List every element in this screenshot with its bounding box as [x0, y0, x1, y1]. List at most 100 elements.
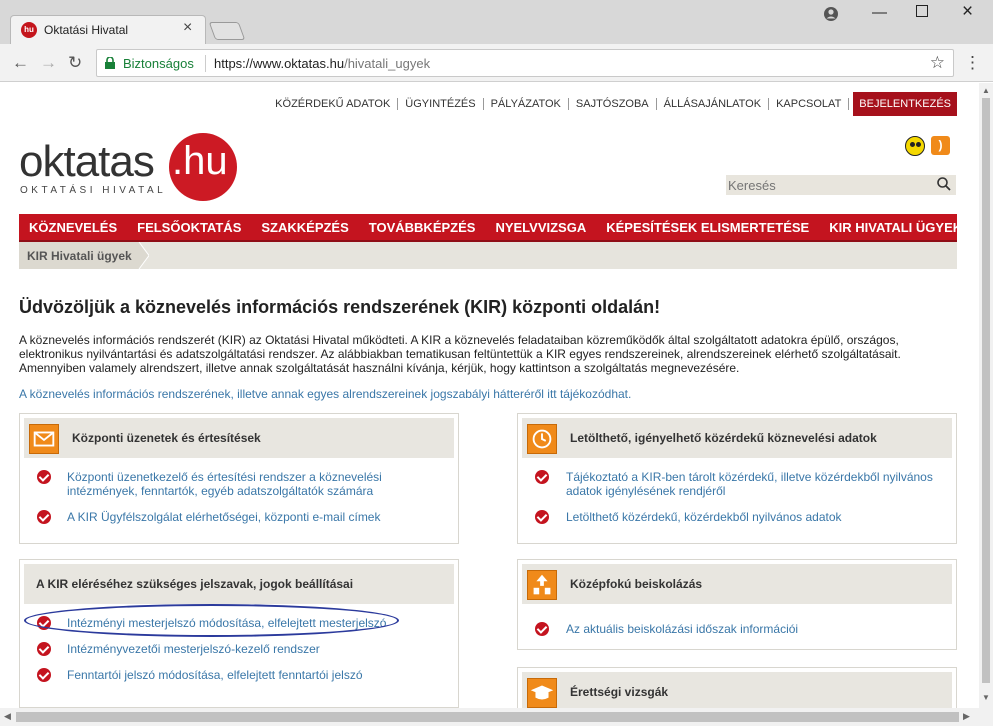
- breadcrumb-separator: [137, 242, 149, 269]
- panel-header: Középfokú beiskolázás: [522, 564, 952, 604]
- enrollment-icon: [527, 570, 557, 600]
- browser-toolbar: ← → ↻ Biztonságos https://www.oktatas.hu…: [0, 44, 993, 82]
- page-viewport: KÖZÉRDEKŰ ADATOK ÜGYINTÉZÉS PÁLYÁZATOK S…: [0, 83, 979, 708]
- utility-link[interactable]: KÖZÉRDEKŰ ADATOK: [268, 98, 399, 110]
- check-icon: [535, 622, 549, 636]
- nav-item[interactable]: KIR HIVATALI ÜGYEK: [829, 220, 962, 235]
- scroll-right-icon[interactable]: ▶: [963, 711, 970, 722]
- intro-text: A köznevelés információs rendszerét (KIR…: [19, 333, 901, 375]
- nav-item[interactable]: SZAKKÉPZÉS: [261, 220, 348, 235]
- panel-item[interactable]: A KIR Ügyfélszolgálat elérhetőségei, köz…: [37, 510, 457, 524]
- item-link: A KIR Ügyfélszolgálat elérhetőségei, köz…: [67, 510, 381, 524]
- favicon-icon: hu: [21, 22, 37, 38]
- url-host: https://www.oktatas.hu: [214, 56, 345, 71]
- item-link-line: Központi üzenetkezelő és értesítési rend…: [67, 470, 382, 484]
- panel-item[interactable]: Az aktuális beiskolázási időszak informá…: [535, 622, 955, 636]
- scroll-up-icon[interactable]: ▲: [982, 86, 990, 95]
- nav-item[interactable]: KÖZNEVELÉS: [29, 220, 117, 235]
- envelope-icon: [29, 424, 59, 454]
- scroll-thumb[interactable]: [982, 98, 990, 683]
- search-input[interactable]: [726, 175, 926, 195]
- bookmark-star-icon[interactable]: ☆: [930, 53, 945, 73]
- nav-item[interactable]: KÉPESÍTÉSEK ELISMERTETÉSE: [606, 220, 809, 235]
- panel-item[interactable]: Tájékoztató a KIR-ben tárolt közérdekű, …: [535, 470, 955, 498]
- panel-public-data: Letölthető, igényelhető közérdekű köznev…: [517, 413, 957, 544]
- logo-hu-text: .hu: [172, 139, 228, 183]
- panel-title: Letölthető, igényelhető közérdekű köznev…: [570, 431, 877, 445]
- utility-link[interactable]: PÁLYÁZATOK: [484, 98, 569, 110]
- utility-nav: KÖZÉRDEKŰ ADATOK ÜGYINTÉZÉS PÁLYÁZATOK S…: [268, 92, 957, 116]
- address-bar[interactable]: Biztonságos https://www.oktatas.hu/hivat…: [96, 49, 954, 77]
- scroll-down-icon[interactable]: ▼: [982, 693, 990, 702]
- panel-title: Érettségi vizsgák: [570, 685, 669, 699]
- scroll-thumb[interactable]: [16, 712, 959, 722]
- item-link: Intézményvezetői mesterjelszó-kezelő ren…: [67, 642, 320, 656]
- tab-close-icon[interactable]: ×: [183, 19, 192, 37]
- check-icon: [37, 668, 51, 682]
- reload-icon[interactable]: ↻: [68, 53, 82, 73]
- logo-main-text: oktatas: [19, 137, 155, 186]
- utility-link[interactable]: ÁLLÁSAJÁNLATOK: [657, 98, 770, 110]
- profile-icon[interactable]: [823, 6, 839, 22]
- lock-icon: [105, 57, 115, 69]
- search-icon[interactable]: [937, 177, 951, 191]
- breadcrumb-item[interactable]: KIR Hivatali ügyek: [27, 249, 132, 263]
- check-icon: [535, 510, 549, 524]
- url-text[interactable]: https://www.oktatas.hu/hivatali_ugyek: [214, 56, 430, 71]
- nav-item[interactable]: TOVÁBBKÉPZÉS: [369, 220, 476, 235]
- check-icon: [37, 470, 51, 484]
- nav-item[interactable]: NYELVVIZSGA: [495, 220, 586, 235]
- logo-subtitle: OKTATÁSI HIVATAL: [20, 185, 167, 196]
- accessibility-icon[interactable]: [905, 136, 925, 156]
- tab-title: Oktatási Hivatal: [44, 23, 129, 37]
- site-logo[interactable]: oktatas .hu OKTATÁSI HIVATAL: [19, 133, 239, 203]
- panel-item[interactable]: Letölthető közérdekű, közérdekből nyilvá…: [535, 510, 955, 524]
- utility-link[interactable]: SAJTÓSZOBA: [569, 98, 657, 110]
- page-title: Üdvözöljük a köznevelés információs rend…: [19, 297, 661, 317]
- panel-title: Központi üzenetek és értesítések: [72, 431, 261, 445]
- check-icon: [535, 470, 549, 484]
- url-path: /hivatali_ugyek: [344, 56, 431, 71]
- minimize-icon[interactable]: —: [872, 4, 887, 21]
- highlight-ellipse: [24, 604, 399, 637]
- panel-header: Érettségi vizsgák: [522, 672, 952, 708]
- breadcrumb-bar-bg: [139, 242, 957, 269]
- horizontal-scrollbar[interactable]: ◀ ▶: [0, 708, 993, 726]
- panel-header: Letölthető, igényelhető közérdekű köznev…: [522, 418, 952, 458]
- scroll-left-icon[interactable]: ◀: [4, 711, 11, 722]
- panel-title: Középfokú beiskolázás: [570, 577, 703, 591]
- breadcrumb: KIR Hivatali ügyek: [19, 242, 957, 269]
- back-icon[interactable]: ←: [12, 53, 29, 73]
- browser-tab[interactable]: hu Oktatási Hivatal ×: [10, 15, 206, 44]
- forward-icon[interactable]: →: [40, 53, 57, 73]
- panel-item[interactable]: Fenntartói jelszó módosítása, elfelejtet…: [37, 668, 457, 682]
- nav-item[interactable]: FELSŐOKTATÁS: [137, 220, 241, 235]
- item-link: Letölthető közérdekű, közérdekből nyilvá…: [566, 510, 842, 524]
- item-link-line: adatok igénylésének rendjéről: [566, 484, 726, 498]
- legal-background-link[interactable]: A köznevelés információs rendszerének, i…: [19, 387, 631, 401]
- secure-label: Biztonságos: [123, 56, 194, 71]
- item-link: Az aktuális beiskolázási időszak informá…: [566, 622, 799, 636]
- panel-secondary-enrollment: Középfokú beiskolázás Az aktuális beisko…: [517, 559, 957, 650]
- panel-final-exams: Érettségi vizsgák: [517, 667, 957, 708]
- rss-icon[interactable]: ): [931, 136, 950, 155]
- panel-header: Központi üzenetek és értesítések: [24, 418, 454, 458]
- maximize-icon[interactable]: [916, 5, 928, 17]
- new-tab-button[interactable]: [208, 22, 246, 40]
- panel-item[interactable]: Intézményvezetői mesterjelszó-kezelő ren…: [37, 642, 457, 656]
- search-box: [726, 175, 956, 195]
- graduation-cap-icon: [527, 678, 557, 708]
- window-close-icon[interactable]: ×: [962, 1, 973, 23]
- browser-menu-icon[interactable]: ⋮: [964, 53, 981, 73]
- vertical-scrollbar[interactable]: ▲ ▼: [979, 83, 993, 708]
- item-link: Fenntartói jelszó módosítása, elfelejtet…: [67, 668, 363, 682]
- utility-link[interactable]: ÜGYINTÉZÉS: [398, 98, 484, 110]
- login-button[interactable]: BEJELENTKEZÉS: [853, 92, 957, 116]
- panel-title: A KIR eléréséhez szükséges jelszavak, jo…: [36, 577, 354, 591]
- panel-item[interactable]: Központi üzenetkezelő és értesítési rend…: [37, 470, 457, 498]
- url-separator: [205, 55, 206, 72]
- panel-messages: Központi üzenetek és értesítések Központ…: [19, 413, 459, 544]
- utility-link[interactable]: KAPCSOLAT: [769, 98, 850, 110]
- panel-header: A KIR eléréséhez szükséges jelszavak, jo…: [24, 564, 454, 604]
- browser-titlebar: hu Oktatási Hivatal × — ×: [0, 0, 993, 44]
